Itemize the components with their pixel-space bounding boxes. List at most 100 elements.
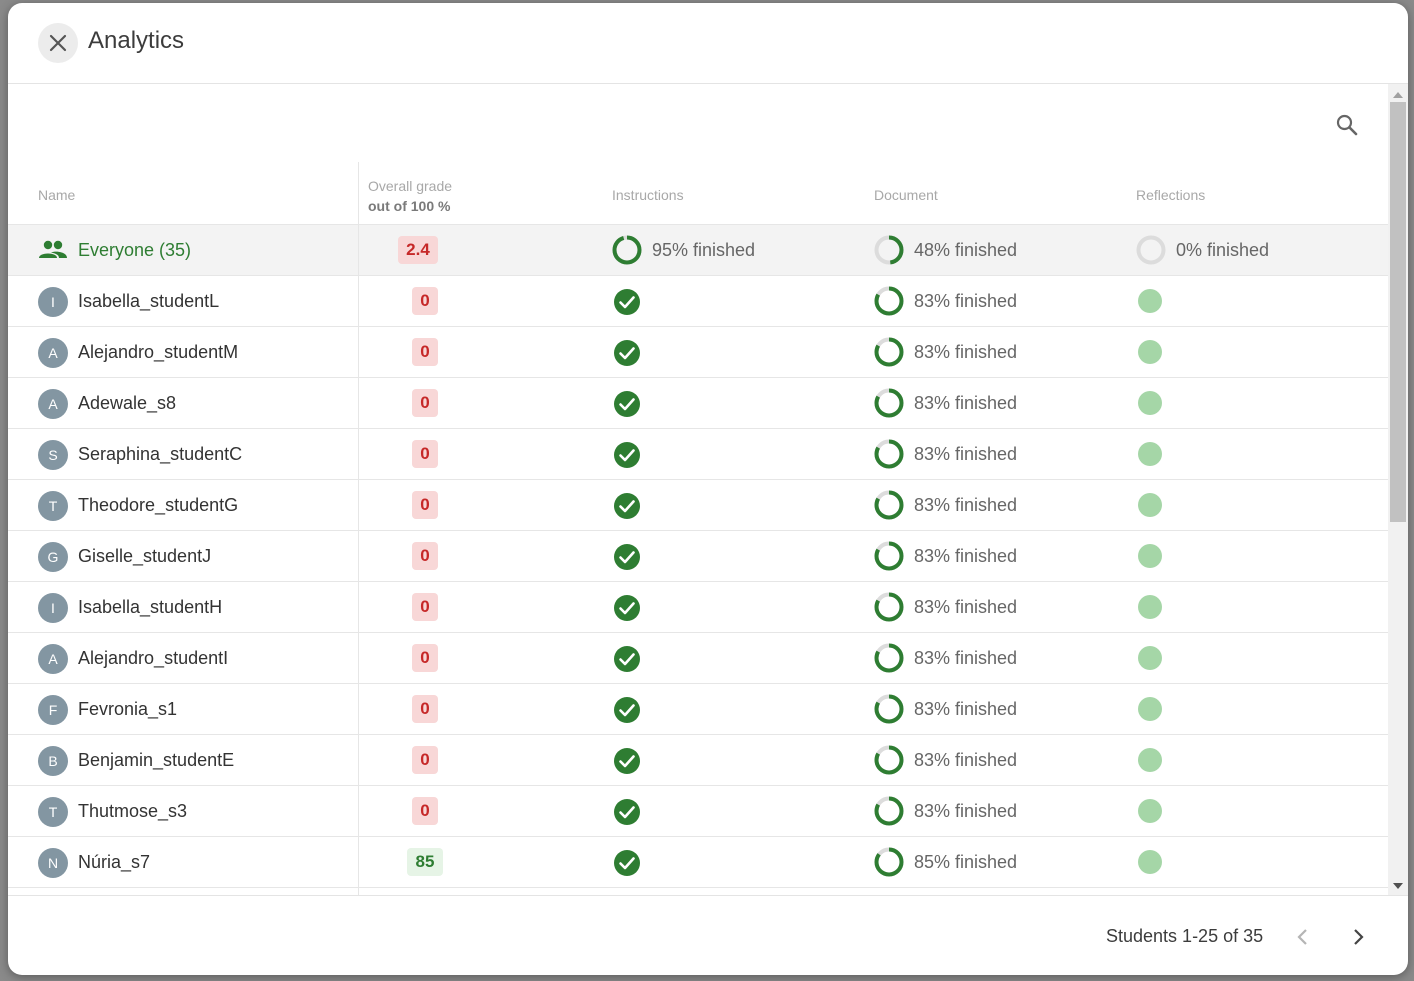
document-progress-ring: [874, 490, 904, 520]
instructions-progress-ring: [612, 235, 642, 265]
check-circle-icon: [614, 340, 640, 366]
close-button[interactable]: [38, 23, 78, 63]
column-header-name[interactable]: Name: [38, 187, 75, 203]
check-circle-icon: [614, 391, 640, 417]
reflection-status-dot: [1138, 850, 1162, 874]
grade-badge: 0: [412, 338, 438, 366]
student-name: Isabella_studentH: [78, 597, 223, 617]
column-header-document[interactable]: Document: [874, 187, 938, 203]
table-row[interactable]: A Alejandro_studentI 0 83% finished: [8, 633, 1388, 684]
document-progress-ring: [874, 694, 904, 724]
document-progress-label: 83% finished: [914, 699, 1018, 719]
column-header-reflections[interactable]: Reflections: [1136, 187, 1205, 203]
avatar: A: [38, 644, 68, 674]
grade-badge: 0: [412, 542, 438, 570]
table-row[interactable]: B Benjamin_studentE 0 83% finished: [8, 735, 1388, 786]
document-progress-ring: [874, 847, 904, 877]
table-row[interactable]: I Isabella_studentH 0 83% finished: [8, 582, 1388, 633]
document-progress-ring: [874, 286, 904, 316]
table-row[interactable]: G Giselle_studentJ 0 83% finished: [8, 531, 1388, 582]
everyone-instructions-label: 95% finished: [652, 240, 756, 260]
document-progress-label: 83% finished: [914, 546, 1018, 566]
analytics-dialog: Analytics Name Overall grade out of 100 …: [8, 3, 1408, 975]
document-progress-ring: [874, 337, 904, 367]
reflection-status-dot: [1138, 697, 1162, 721]
student-name: Adewale_s8: [78, 393, 177, 413]
everyone-row[interactable]: Everyone (35) 2.4 95% finished 48% finis…: [8, 225, 1388, 276]
table-row[interactable]: T Theodore_studentG 0 83% finished: [8, 480, 1388, 531]
student-name: Thutmose_s3: [78, 801, 188, 821]
check-circle-icon: [614, 748, 640, 774]
everyone-document-label: 48% finished: [914, 240, 1018, 260]
grade-badge: 0: [412, 746, 438, 774]
grade-badge: 0: [412, 287, 438, 315]
table-row[interactable]: A Adewale_s8 0 83% finished: [8, 378, 1388, 429]
avatar: A: [38, 338, 68, 368]
document-progress-label: 83% finished: [914, 597, 1018, 617]
document-progress-label: 83% finished: [914, 393, 1018, 413]
student-name: Theodore_studentG: [78, 495, 239, 515]
document-progress-label: 83% finished: [914, 495, 1018, 515]
vertical-scrollbar[interactable]: [1388, 84, 1408, 895]
everyone-reflections-label: 0% finished: [1176, 240, 1270, 260]
document-progress-ring: [874, 745, 904, 775]
column-header-grade[interactable]: Overall grade out of 100 %: [368, 176, 452, 216]
avatar: N: [38, 848, 68, 878]
avatar: T: [38, 491, 68, 521]
column-header-grade-sub: out of 100 %: [368, 198, 451, 214]
scroll-up-arrow[interactable]: [1393, 92, 1403, 98]
avatar: B: [38, 746, 68, 776]
search-button[interactable]: [1330, 108, 1364, 142]
check-circle-icon: [614, 595, 640, 621]
analytics-table-area: Name Overall grade out of 100 % Instruct…: [8, 84, 1388, 895]
reflection-status-dot: [1138, 340, 1162, 364]
check-circle-icon: [614, 697, 640, 723]
grade-badge: 0: [412, 389, 438, 417]
student-name: Giselle_studentJ: [78, 546, 212, 566]
check-circle-icon: [614, 799, 640, 825]
table-row[interactable]: N Núria_s7 85 85% finished: [8, 837, 1388, 888]
group-icon: [39, 240, 67, 258]
grade-badge: 0: [412, 440, 438, 468]
document-progress-ring: [874, 439, 904, 469]
document-progress-label: 83% finished: [914, 342, 1018, 362]
table-row[interactable]: T Thutmose_s3 0 83% finished: [8, 786, 1388, 837]
search-icon: [1336, 114, 1358, 136]
student-name: Alejandro_studentI: [78, 648, 229, 668]
pagination-label: Students 1-25 of 35: [1106, 926, 1264, 946]
student-name: Benjamin_studentE: [78, 750, 235, 770]
everyone-label: Everyone (35): [78, 240, 192, 260]
student-name: Seraphina_studentC: [78, 444, 243, 464]
student-name: Fevronia_s1: [78, 699, 178, 719]
next-page-button[interactable]: [1343, 922, 1373, 952]
table-row[interactable]: S Seraphina_studentC 0 83% finished: [8, 429, 1388, 480]
reflection-status-dot: [1138, 799, 1162, 823]
avatar: S: [38, 440, 68, 470]
previous-page-button[interactable]: [1288, 922, 1318, 952]
document-progress-ring: [874, 796, 904, 826]
table-row[interactable]: F Fevronia_s1 0 83% finished: [8, 684, 1388, 735]
scroll-thumb[interactable]: [1390, 102, 1406, 522]
reflection-status-dot: [1138, 544, 1162, 568]
dialog-footer: Students 1-25 of 35: [8, 895, 1408, 975]
reflection-status-dot: [1138, 289, 1162, 313]
dialog-header: Analytics: [8, 3, 1408, 84]
check-circle-icon: [614, 544, 640, 570]
reflection-status-dot: [1138, 391, 1162, 415]
table-header: Name Overall grade out of 100 % Instruct…: [8, 162, 1388, 225]
name-column-divider: [358, 162, 359, 895]
check-circle-icon: [614, 493, 640, 519]
check-circle-icon: [614, 850, 640, 876]
table-row[interactable]: A Alejandro_studentM 0 83% finished: [8, 327, 1388, 378]
avatar: G: [38, 542, 68, 572]
scroll-down-arrow[interactable]: [1393, 883, 1403, 889]
check-circle-icon: [614, 289, 640, 315]
grade-badge: 0: [412, 695, 438, 723]
document-progress-ring: [874, 592, 904, 622]
chevron-right-icon: [1354, 929, 1364, 945]
column-header-grade-label: Overall grade: [368, 178, 453, 194]
table-row[interactable]: I Isabella_studentL 0 83% finished: [8, 276, 1388, 327]
document-progress-label: 83% finished: [914, 444, 1018, 464]
reflection-status-dot: [1138, 646, 1162, 670]
column-header-instructions[interactable]: Instructions: [612, 187, 684, 203]
